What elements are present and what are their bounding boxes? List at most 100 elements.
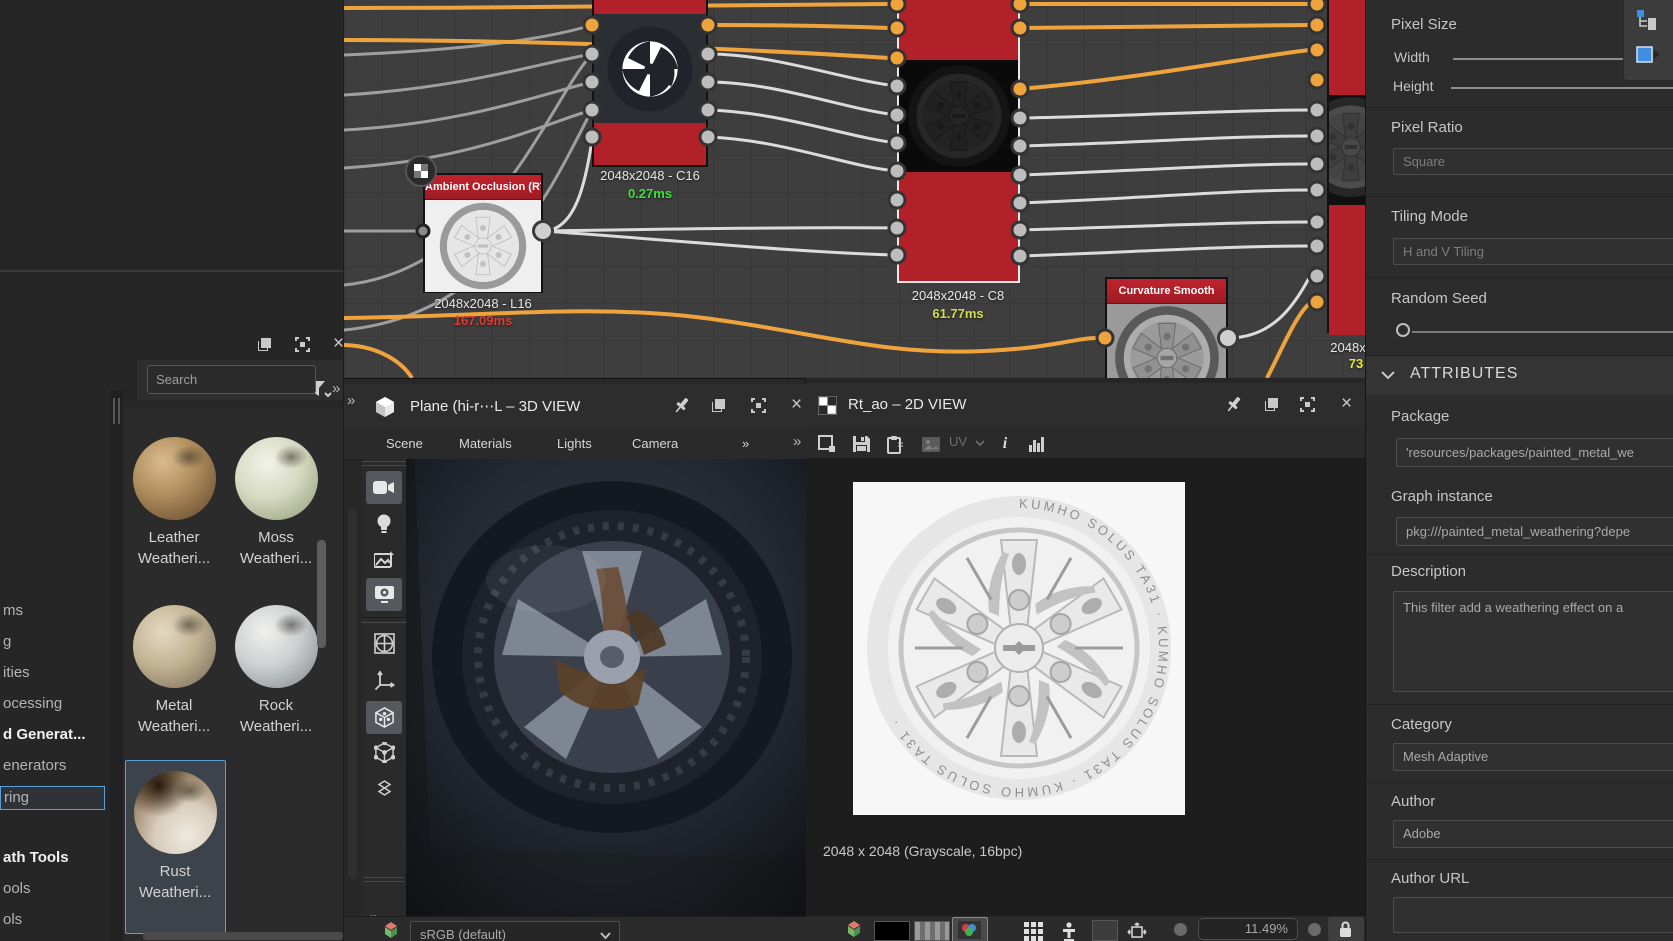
cube-shaded-icon[interactable] [366, 701, 402, 734]
library-item-rock[interactable]: RockWeatheri... [227, 595, 326, 755]
sidebar-item-ms[interactable]: ms [0, 600, 107, 622]
menu-scene[interactable]: Scene [386, 429, 423, 459]
view3d-header[interactable]: » Plane (hi-r⋯L – 3D VIEW × [344, 384, 806, 430]
description-field[interactable]: This filter add a weathering effect on a [1393, 591, 1673, 692]
maximize-icon[interactable] [750, 397, 767, 414]
connector-dot[interactable] [1308, 127, 1327, 146]
grid-sphere-icon[interactable] [366, 627, 402, 660]
vertical-scrollbar[interactable] [317, 540, 326, 648]
random-seed-knob[interactable] [1396, 323, 1410, 337]
display-settings-icon[interactable] [366, 578, 402, 611]
connector-dot-orange[interactable] [888, 49, 907, 68]
connector-dot[interactable] [1308, 213, 1327, 232]
save-icon[interactable] [848, 432, 874, 456]
horizontal-scrollbar[interactable] [143, 932, 343, 940]
sidebar-item-enerators[interactable]: enerators [0, 755, 107, 777]
connector-dot[interactable] [888, 162, 907, 181]
environment-image-icon[interactable] [366, 543, 402, 576]
connector-dot[interactable] [1217, 327, 1239, 349]
connector-dot[interactable] [1011, 247, 1030, 266]
library-item-rust[interactable]: RustWeatheri... [125, 760, 226, 934]
connector-dot-orange[interactable] [1308, 16, 1327, 35]
connector-dot[interactable] [888, 219, 907, 238]
connector-dot[interactable] [1308, 267, 1327, 286]
tile-grid-icon[interactable] [1021, 920, 1047, 941]
connector-dot[interactable] [888, 77, 907, 96]
connector-dot[interactable] [1011, 221, 1030, 240]
connector-dot[interactable] [699, 128, 718, 147]
light-bulb-icon[interactable] [366, 508, 402, 541]
sidebar-item-ities[interactable]: ities [0, 662, 107, 684]
zoom-lock-button[interactable] [1328, 917, 1364, 941]
connector-dot[interactable] [583, 73, 602, 92]
maximize-icon[interactable] [294, 336, 311, 353]
view2d-header[interactable]: Rt_ao – 2D VIEW × [806, 383, 1365, 429]
connector-dot[interactable] [1308, 181, 1327, 200]
camera-display-icon[interactable] [366, 471, 402, 504]
width-slider[interactable] [1453, 58, 1623, 60]
graph-instance-field[interactable]: pkg:///painted_metal_weathering?depe [1396, 517, 1673, 546]
connector-dot[interactable] [1308, 101, 1327, 120]
view2d-viewport[interactable]: KUMHO SOLUS TA31 · KUMHO SOLUS TA31 · KU… [806, 458, 1365, 915]
node-edge[interactable] [1327, 0, 1365, 333]
connector-dot[interactable] [699, 45, 718, 64]
connector-dot[interactable] [1011, 109, 1030, 128]
close-icon[interactable]: × [788, 396, 805, 413]
connector-dot-orange[interactable] [1308, 71, 1327, 90]
sidebar-item-ools[interactable]: ools [0, 878, 107, 900]
menu-lights[interactable]: Lights [557, 429, 592, 459]
flat-layers-icon[interactable] [366, 771, 402, 804]
copy-icon[interactable] [882, 432, 908, 456]
colorspace-icon[interactable] [843, 921, 865, 941]
connector-dot[interactable] [1011, 194, 1030, 213]
connector-dot[interactable] [888, 106, 907, 125]
search-input[interactable] [147, 365, 316, 394]
background-toggle[interactable] [1092, 920, 1118, 941]
menu-materials[interactable]: Materials [459, 429, 512, 459]
library-splitter[interactable] [110, 390, 123, 941]
connector-dot[interactable] [1011, 166, 1030, 185]
connector-dot[interactable] [583, 128, 602, 147]
author-field[interactable]: Adobe [1393, 820, 1673, 848]
node-curvature-smooth[interactable]: Curvature Smooth [1105, 277, 1228, 378]
package-field[interactable]: 'resources/packages/painted_metal_we [1396, 438, 1673, 467]
splitter-overflow-icon[interactable]: » [793, 433, 799, 450]
sidebar-item-dgenerat[interactable]: d Generat... [0, 724, 107, 746]
connector-dot[interactable] [699, 101, 718, 120]
node-c8[interactable] [897, 0, 1020, 283]
sidebar-item-ocessing[interactable]: ocessing [0, 693, 107, 715]
hierarchy-icon[interactable] [1636, 9, 1658, 31]
connector-dot-orange[interactable] [699, 16, 718, 35]
zoom-level-field[interactable]: 11.49% [1198, 918, 1298, 940]
node-graph-canvas[interactable]: 2048x2048 - C16 0.27ms Ambient Occlusion… [344, 0, 1365, 378]
histogram-icon[interactable] [1024, 432, 1050, 456]
sidebar-item-athtools[interactable]: ath Tools [0, 847, 107, 869]
menu-camera[interactable]: Camera [632, 429, 678, 459]
instance-icon[interactable] [1636, 46, 1662, 63]
zoom-in-button[interactable] [1308, 923, 1321, 936]
library-overflow-icon[interactable]: » [332, 380, 338, 397]
axis-gizmo-icon[interactable] [366, 664, 402, 697]
connector-dot-orange[interactable] [1096, 329, 1115, 348]
colorspace-select[interactable]: sRGB (default) [410, 921, 620, 941]
connector-dot[interactable] [888, 134, 907, 153]
connector-dot[interactable] [888, 246, 907, 265]
category-field[interactable]: Mesh Adaptive [1393, 743, 1673, 771]
connector-dot[interactable] [699, 73, 718, 92]
library-item-leather[interactable]: LeatherWeatheri... [125, 427, 224, 587]
export-image-icon[interactable] [814, 432, 840, 456]
rgba-channels-button[interactable] [952, 917, 988, 941]
background-image-icon[interactable] [918, 432, 944, 456]
gray-background-swatch[interactable] [914, 921, 950, 941]
connector-dot-orange[interactable] [888, 19, 907, 38]
side-scrollbar[interactable] [348, 509, 357, 879]
author-url-field[interactable] [1393, 897, 1673, 933]
black-background-swatch[interactable] [874, 921, 910, 941]
sidebar-item-ring[interactable]: ring [0, 786, 105, 810]
mannequin-icon[interactable] [1056, 920, 1082, 941]
node-c16[interactable] [592, 0, 708, 167]
menu-overflow-icon[interactable]: » [742, 429, 747, 459]
maximize-icon[interactable] [1299, 396, 1316, 413]
connector-dot[interactable] [583, 101, 602, 120]
height-slider[interactable] [1451, 87, 1673, 89]
